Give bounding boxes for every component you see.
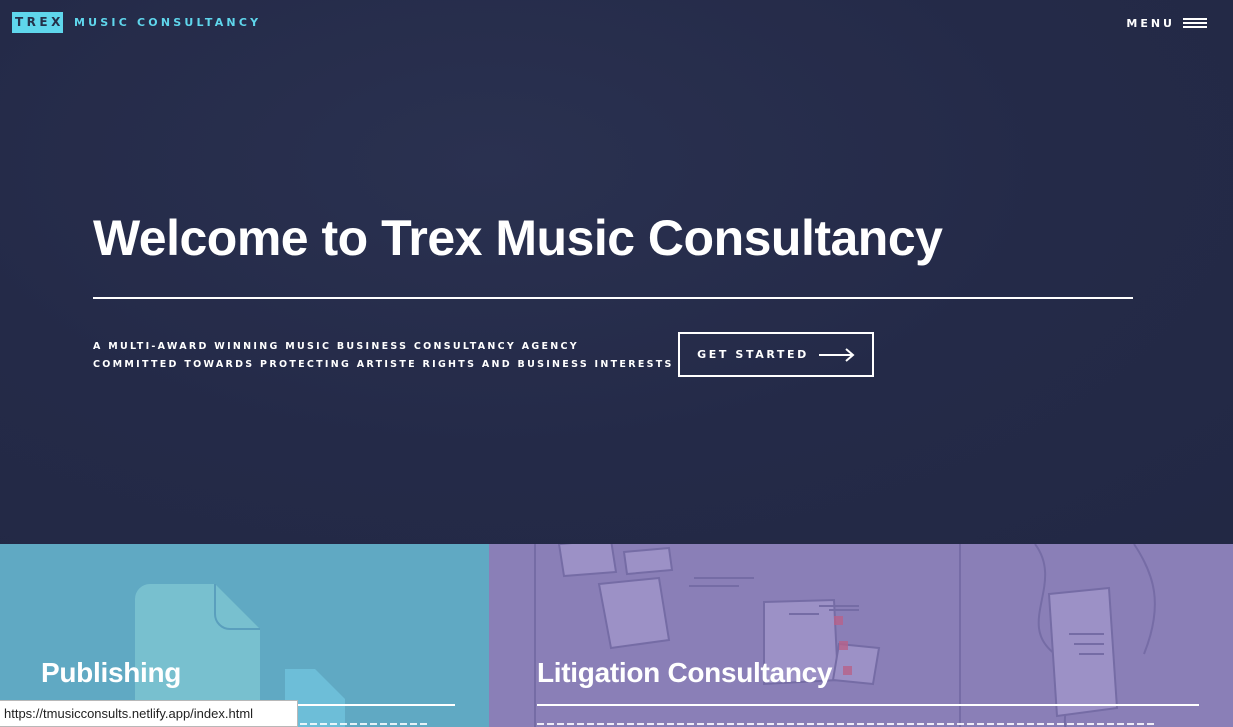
service-description [537, 720, 1157, 727]
menu-label: MENU [1126, 16, 1175, 30]
link-status-bar: https://tmusicconsults.netlify.app/index… [0, 700, 298, 727]
service-description [280, 720, 430, 727]
brand-name[interactable]: MUSIC CONSULTANCY [74, 15, 261, 30]
hamburger-icon [1183, 17, 1207, 29]
service-title: Publishing [41, 657, 182, 688]
service-card-litigation[interactable]: Litigation Consultancy [489, 544, 1233, 727]
service-title: Litigation Consultancy [537, 657, 833, 688]
get-started-label: GET STARTED [697, 348, 809, 361]
hero-divider [93, 297, 1133, 299]
menu-button[interactable]: MENU [1126, 14, 1207, 32]
arrow-right-icon [818, 347, 855, 362]
hero-section [0, 0, 1233, 544]
hero-tagline: A MULTI-AWARD WINNING MUSIC BUSINESS CON… [93, 338, 674, 374]
tagline-line-2: COMMITTED TOWARDS PROTECTING ARTISTE RIG… [93, 359, 674, 370]
site-header: TREX MUSIC CONSULTANCY MENU [0, 0, 1233, 46]
tagline-line-1: A MULTI-AWARD WINNING MUSIC BUSINESS CON… [93, 341, 579, 352]
logo[interactable]: TREX [12, 12, 63, 33]
office-illustration [534, 544, 1156, 727]
get-started-button[interactable]: GET STARTED [678, 332, 874, 377]
hero-title: Welcome to Trex Music Consultancy [93, 210, 943, 266]
service-divider [537, 704, 1199, 706]
